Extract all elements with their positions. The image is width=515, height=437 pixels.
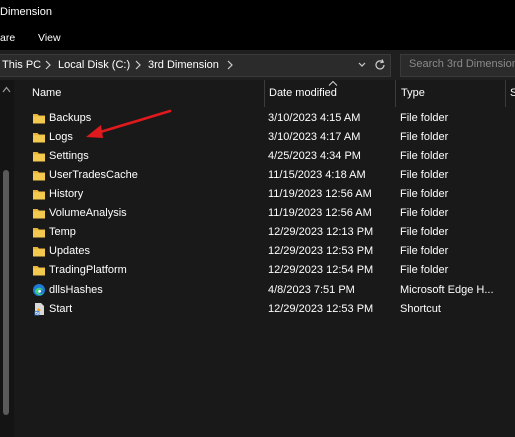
column-divider[interactable] [505,80,506,107]
file-type: File folder [400,131,449,143]
folder-icon [33,190,45,200]
folder-icon [33,247,45,257]
breadcrumb-3rd-dimension[interactable]: 3rd Dimension [148,59,219,71]
file-type: File folder [400,264,449,276]
file-row[interactable]: dllsHashes 4/8/2023 7:51 PM Microsoft Ed… [14,282,515,301]
folder-icon [33,209,45,219]
search-input[interactable] [409,58,515,70]
breadcrumb-local-disk[interactable]: Local Disk (C:) [58,59,130,71]
file-date: 11/15/2023 4:18 AM [268,169,366,181]
file-name: Temp [49,226,76,238]
column-headers: Name Date modified Type S [14,80,515,107]
file-row[interactable]: VolumeAnalysis 11/19/2023 12:56 AM File … [14,205,515,224]
file-name: Updates [49,245,90,257]
file-type: File folder [400,169,449,181]
file-type: Shortcut [400,303,441,315]
folder-icon [33,266,45,276]
file-date: 11/19/2023 12:56 AM [268,207,372,219]
breadcrumb-this-pc[interactable]: This PC [2,59,41,71]
file-row[interactable]: Start 12/29/2023 12:53 PM Shortcut [14,301,515,320]
file-row[interactable]: Updates 12/29/2023 12:53 PM File folder [14,243,515,262]
file-row[interactable]: Temp 12/29/2023 12:13 PM File folder [14,224,515,243]
file-type: File folder [400,188,449,200]
search-box[interactable] [400,54,515,77]
edge-icon [33,284,45,296]
menu-view[interactable]: View [38,32,61,44]
file-date: 11/19/2023 12:56 AM [268,188,372,200]
file-type: File folder [400,150,449,162]
file-date: 12/29/2023 12:13 PM [268,226,374,238]
folder-icon [33,114,45,124]
file-name: TradingPlatform [49,264,127,276]
file-type: File folder [400,112,449,124]
column-header-name[interactable]: Name [32,87,61,99]
file-row[interactable]: TradingPlatform 12/29/2023 12:54 PM File… [14,262,515,281]
refresh-icon[interactable] [373,58,387,72]
file-type: Microsoft Edge H... [400,284,494,296]
sort-chevron-icon [328,80,338,86]
shortcut-icon [34,303,44,316]
file-name: Start [49,303,73,315]
column-header-size[interactable]: S [510,87,515,99]
file-row[interactable]: Backups 3/10/2023 4:15 AM File folder [14,110,515,129]
file-name: Backups [49,112,92,124]
breadcrumb-chevron-icon[interactable] [43,58,53,72]
navigation-scrollbar-thumb[interactable] [3,170,9,415]
folder-icon [33,171,45,181]
breadcrumb-chevron-icon[interactable] [133,58,143,72]
file-name: Settings [49,150,89,162]
folder-icon [33,152,45,162]
address-bar[interactable]: This PC Local Disk (C:) 3rd Dimension [0,54,391,77]
file-name: dllsHashes [49,284,103,296]
file-date: 4/8/2023 7:51 PM [268,284,355,296]
column-header-date-modified[interactable]: Date modified [269,87,337,99]
ribbon-menu-bar: are View [0,26,515,50]
file-name: History [49,188,84,200]
file-date: 4/25/2023 4:34 PM [268,150,361,162]
address-dropdown-icon[interactable] [357,59,367,71]
file-row[interactable]: UserTradesCache 11/15/2023 4:18 AM File … [14,167,515,186]
file-type: File folder [400,226,449,238]
file-type: File folder [400,245,449,257]
file-date: 3/10/2023 4:17 AM [268,131,361,143]
address-row: This PC Local Disk (C:) 3rd Dimension [0,50,515,80]
file-name: UserTradesCache [49,169,138,181]
breadcrumb-chevron-icon[interactable] [225,58,235,72]
scroll-up-icon[interactable] [2,86,11,93]
file-date: 3/10/2023 4:15 AM [268,112,361,124]
file-date: 12/29/2023 12:53 PM [268,245,374,257]
folder-icon [33,133,45,143]
file-row[interactable]: History 11/19/2023 12:56 AM File folder [14,186,515,205]
file-date: 12/29/2023 12:54 PM [268,264,374,276]
title-bar: Dimension [0,0,515,26]
window-title: Dimension [0,6,52,18]
file-name: Logs [49,131,73,143]
column-divider[interactable] [264,80,265,107]
file-name: VolumeAnalysis [49,207,127,219]
column-header-type[interactable]: Type [401,87,425,99]
navigation-pane [0,80,14,437]
menu-share[interactable]: are [0,32,15,44]
folder-icon [33,228,45,238]
file-type: File folder [400,207,449,219]
column-divider[interactable] [395,80,396,107]
file-row[interactable]: Settings 4/25/2023 4:34 PM File folder [14,148,515,167]
file-row[interactable]: Logs 3/10/2023 4:17 AM File folder [14,129,515,148]
file-date: 12/29/2023 12:53 PM [268,303,374,315]
